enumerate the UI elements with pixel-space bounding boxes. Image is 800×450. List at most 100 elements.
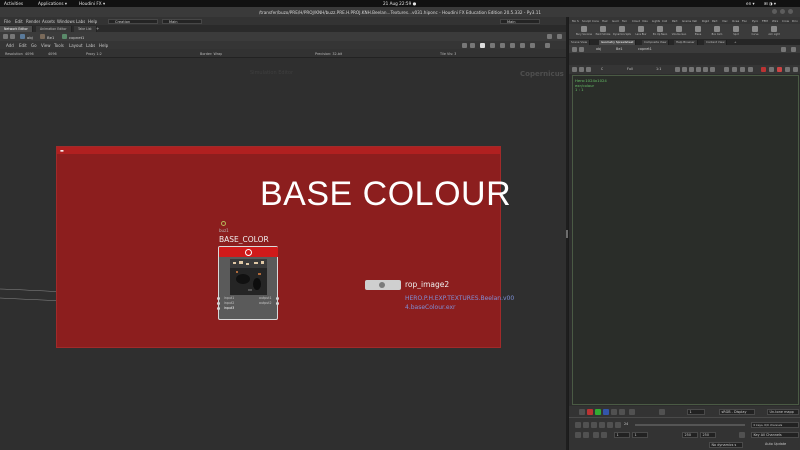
net-menu-edit[interactable]: Edit bbox=[19, 43, 27, 48]
viewer-tool-icon-2[interactable] bbox=[579, 67, 584, 72]
viewer-tool-icon-3[interactable] bbox=[586, 67, 591, 72]
blue-channel-icon[interactable] bbox=[603, 408, 609, 415]
input1-port[interactable] bbox=[217, 296, 220, 300]
path-copnet[interactable]: copnet1 bbox=[69, 35, 84, 40]
keys-channels-label[interactable]: 0 keys, 0/0 channels bbox=[751, 421, 799, 428]
add-tab-button[interactable]: + bbox=[96, 26, 99, 31]
shelf-tab[interactable]: Mo S bbox=[572, 19, 579, 23]
tree-view-icon[interactable] bbox=[510, 42, 515, 48]
net-menu-labs[interactable]: Labs bbox=[86, 43, 95, 48]
snapshot-icon[interactable] bbox=[724, 67, 729, 72]
net-menu-tools[interactable]: Tools bbox=[54, 43, 64, 48]
range-start2-field[interactable]: 1 bbox=[632, 431, 648, 438]
note-icon[interactable] bbox=[480, 42, 485, 48]
composite-viewport[interactable]: Hero:1024x1024 exr/colour 1 : 1 bbox=[572, 75, 799, 405]
shelf-tab[interactable]: FEM bbox=[762, 19, 768, 23]
record-keys-icon[interactable] bbox=[601, 431, 607, 438]
alpha-channel-icon[interactable] bbox=[611, 408, 617, 415]
range-start-field[interactable]: 1 bbox=[614, 431, 630, 438]
shelf-tab[interactable]: Visc bbox=[722, 19, 728, 23]
red-channel-icon[interactable] bbox=[587, 408, 593, 415]
viewer-link-icon[interactable] bbox=[791, 46, 796, 52]
range-end-field[interactable]: 250 bbox=[682, 431, 698, 438]
realtime-toggle-icon[interactable] bbox=[575, 431, 581, 438]
input2-port[interactable] bbox=[217, 301, 220, 305]
luminance-icon[interactable] bbox=[619, 408, 625, 415]
viewer-forward-icon[interactable] bbox=[579, 46, 584, 52]
node-display-flag[interactable] bbox=[219, 247, 278, 257]
shelf-tab[interactable]: Coll bbox=[662, 19, 667, 23]
info-icon[interactable] bbox=[785, 67, 790, 72]
checker-icon[interactable] bbox=[710, 67, 715, 72]
shelf-tool-button[interactable]: Curve bbox=[748, 25, 762, 38]
shelf-tab[interactable]: Driv bbox=[792, 19, 798, 23]
wire-icon[interactable] bbox=[470, 42, 475, 48]
resolution-y-field[interactable]: 4096 bbox=[48, 52, 57, 56]
net-menu-layout[interactable]: Layout bbox=[69, 43, 83, 48]
step-back-icon[interactable] bbox=[583, 421, 589, 428]
viewer-aspect-selector[interactable]: 1:1 bbox=[656, 67, 661, 71]
add-view-tab-button[interactable]: + bbox=[734, 40, 737, 44]
border-selector[interactable]: Border: Wrap bbox=[200, 52, 222, 56]
net-menu-help[interactable]: Help bbox=[99, 43, 108, 48]
net-menu-go[interactable]: Go bbox=[31, 43, 37, 48]
grid-toggle-icon[interactable] bbox=[703, 67, 708, 72]
app-name-menu[interactable]: Houdini FX ▾ bbox=[79, 1, 105, 6]
help-icon[interactable] bbox=[545, 42, 550, 48]
shelf-tab[interactable]: Part bbox=[712, 19, 718, 23]
tab-scene-view[interactable]: Scene View bbox=[569, 39, 591, 45]
display-options-icon[interactable] bbox=[530, 42, 535, 48]
shelf-tool-button[interactable]: Dynamics Sphere bbox=[613, 25, 631, 38]
shelf-set-selector[interactable]: Main bbox=[162, 18, 202, 24]
snap-icon[interactable] bbox=[520, 42, 525, 48]
stop-icon[interactable] bbox=[591, 421, 597, 428]
minimize-button[interactable] bbox=[772, 9, 777, 14]
shelf-tab[interactable]: Terr bbox=[622, 19, 627, 23]
menu-file[interactable]: File bbox=[4, 19, 11, 24]
shelf-tab[interactable]: Guid bbox=[612, 19, 619, 23]
timeline-slider[interactable] bbox=[635, 423, 745, 426]
system-menu[interactable]: ⊞ ◑ ▾ bbox=[764, 1, 776, 6]
precision-selector[interactable]: Precision: 32-bit bbox=[315, 52, 342, 56]
save-image-icon[interactable] bbox=[748, 67, 753, 72]
step-forward-icon[interactable] bbox=[607, 421, 613, 428]
menu-labs[interactable]: Labs bbox=[76, 19, 85, 24]
clock[interactable]: 21 Aug 22:59 ● bbox=[383, 1, 416, 6]
audio-icon[interactable] bbox=[593, 431, 599, 438]
shelf-tab[interactable]: Ocea bbox=[732, 19, 739, 23]
shelf-tool-button[interactable]: Aim Light bbox=[767, 25, 781, 38]
forward-arrow-icon[interactable] bbox=[10, 34, 15, 39]
shelf-tool-button[interactable]: Plane bbox=[691, 25, 705, 38]
folder-icon[interactable] bbox=[740, 67, 745, 72]
node-base-color[interactable]: input1 input2 input3 output1 output2 bbox=[217, 246, 279, 320]
viewer-back-icon[interactable] bbox=[572, 46, 577, 52]
menu-help[interactable]: Help bbox=[88, 19, 97, 24]
proxy-selector[interactable]: Proxy 1:2 bbox=[86, 52, 102, 56]
shelf-tab[interactable]: Rigid bbox=[702, 19, 709, 23]
gamma-icon[interactable] bbox=[659, 408, 665, 415]
dynamics-status[interactable]: No dynamics s bbox=[709, 441, 743, 448]
shelf-tab[interactable]: Grains bbox=[682, 19, 691, 23]
menu-render[interactable]: Render bbox=[26, 19, 40, 24]
path-node[interactable]: Be1 bbox=[47, 35, 54, 40]
fit-view-icon[interactable] bbox=[689, 67, 694, 72]
path-context[interactable]: obj bbox=[27, 35, 33, 40]
viewer-tool-icon-1[interactable] bbox=[572, 67, 577, 72]
compare-icon[interactable] bbox=[732, 67, 737, 72]
loop-toggle-icon[interactable] bbox=[583, 431, 589, 438]
output1-port[interactable] bbox=[276, 296, 279, 300]
shelf-tool-button[interactable]: Lens Blur bbox=[634, 25, 648, 38]
tab-help-browser[interactable]: Help Browser bbox=[674, 39, 698, 45]
tab-geometry-spreadsheet[interactable]: Geometry Spreadsheet bbox=[599, 39, 637, 45]
record-icon[interactable] bbox=[761, 67, 766, 72]
shelf-tab[interactable]: Volu bbox=[642, 19, 648, 23]
output2-port[interactable] bbox=[276, 301, 279, 305]
shelf-tool-button[interactable]: Volume Gen bbox=[672, 25, 686, 38]
shelf-tab[interactable]: Wire bbox=[772, 19, 778, 23]
shelf-tab[interactable]: Flui bbox=[742, 19, 747, 23]
shelf-tab[interactable]: Cloud bbox=[632, 19, 640, 23]
jump-end-icon[interactable] bbox=[615, 421, 621, 428]
auto-update-selector[interactable]: Auto Update bbox=[765, 442, 786, 446]
shelf-tab[interactable]: Vell bbox=[692, 19, 697, 23]
desktop-selector[interactable]: Creation bbox=[108, 18, 158, 24]
